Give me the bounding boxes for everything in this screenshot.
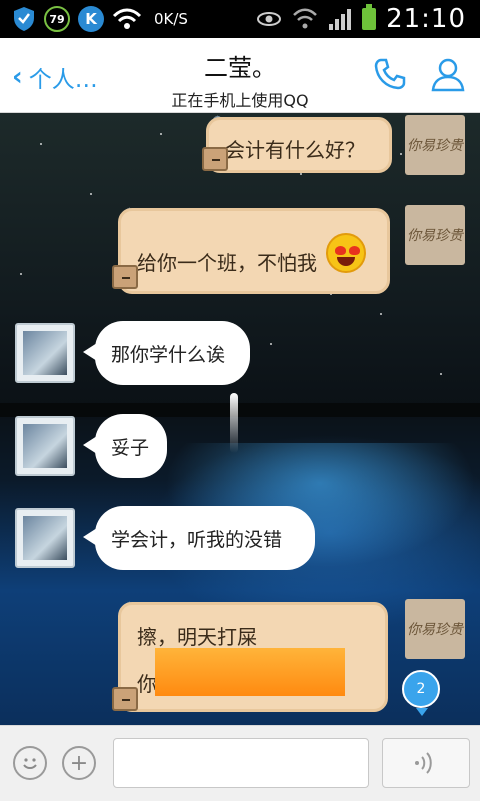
message-text: 擦，明天打屎	[137, 625, 257, 649]
voice-button[interactable]	[382, 738, 470, 788]
bubble-sticker-icon	[202, 147, 228, 171]
avatar[interactable]	[15, 508, 75, 568]
net-speed: 0K/S	[154, 10, 188, 28]
contact-name: 二莹。	[204, 54, 276, 82]
redacted-block	[155, 648, 345, 696]
avatar[interactable]: 你易珍贵	[405, 115, 465, 175]
contact-status: 正在手机上使用QQ	[171, 91, 309, 110]
heart-eyes-emoji-icon	[326, 233, 366, 273]
plus-button[interactable]: +	[62, 746, 96, 780]
chat-area[interactable]: ☂ 会计有什么好？ 你易珍贵 ☂ 给你一个班，不怕我 你易珍贵 那你学什么诶 妥…	[0, 113, 480, 725]
phone-icon[interactable]	[372, 56, 408, 92]
message-input[interactable]	[113, 738, 369, 788]
battery-icon	[362, 4, 377, 30]
bubble-sticker-icon	[112, 687, 138, 711]
voice-wave-icon	[415, 752, 432, 774]
chat-header: ‹ 个人… 二莹。 正在手机上使用QQ	[0, 38, 480, 113]
message-text: 给你一个班，不怕我	[137, 251, 317, 275]
message-bubble[interactable]: 那你学什么诶	[83, 321, 250, 385]
background-light	[230, 393, 238, 453]
smiley-icon	[23, 758, 37, 769]
avatar[interactable]: 你易珍贵	[405, 599, 465, 659]
avatar[interactable]	[15, 416, 75, 476]
plus-icon: +	[69, 750, 89, 776]
cell-signal-icon	[329, 9, 352, 30]
avatar[interactable]: 你易珍贵	[405, 205, 465, 265]
profile-icon[interactable]	[430, 56, 466, 92]
message-bubble[interactable]: 会计有什么好？	[206, 117, 392, 173]
wifi-icon	[112, 8, 142, 29]
message-bubble[interactable]: 妥子	[83, 414, 167, 478]
bubble-sticker-icon	[112, 265, 138, 289]
clock: 21:10	[386, 4, 466, 34]
k-app-icon: K	[78, 6, 104, 32]
avatar[interactable]	[15, 323, 75, 383]
emoji-button[interactable]	[13, 746, 47, 780]
battery-percent-icon: 79	[44, 6, 70, 32]
wifi-signal-icon	[293, 8, 317, 29]
eye-icon	[257, 12, 282, 26]
message-bubble[interactable]: 学会计，听我的没错	[83, 506, 315, 570]
input-bar: +	[0, 725, 480, 801]
shield-icon	[14, 7, 34, 31]
unread-badge[interactable]: 2	[402, 670, 440, 716]
status-bar: 79 K 0K/S 21:10	[0, 0, 480, 38]
background-shore	[0, 403, 480, 417]
